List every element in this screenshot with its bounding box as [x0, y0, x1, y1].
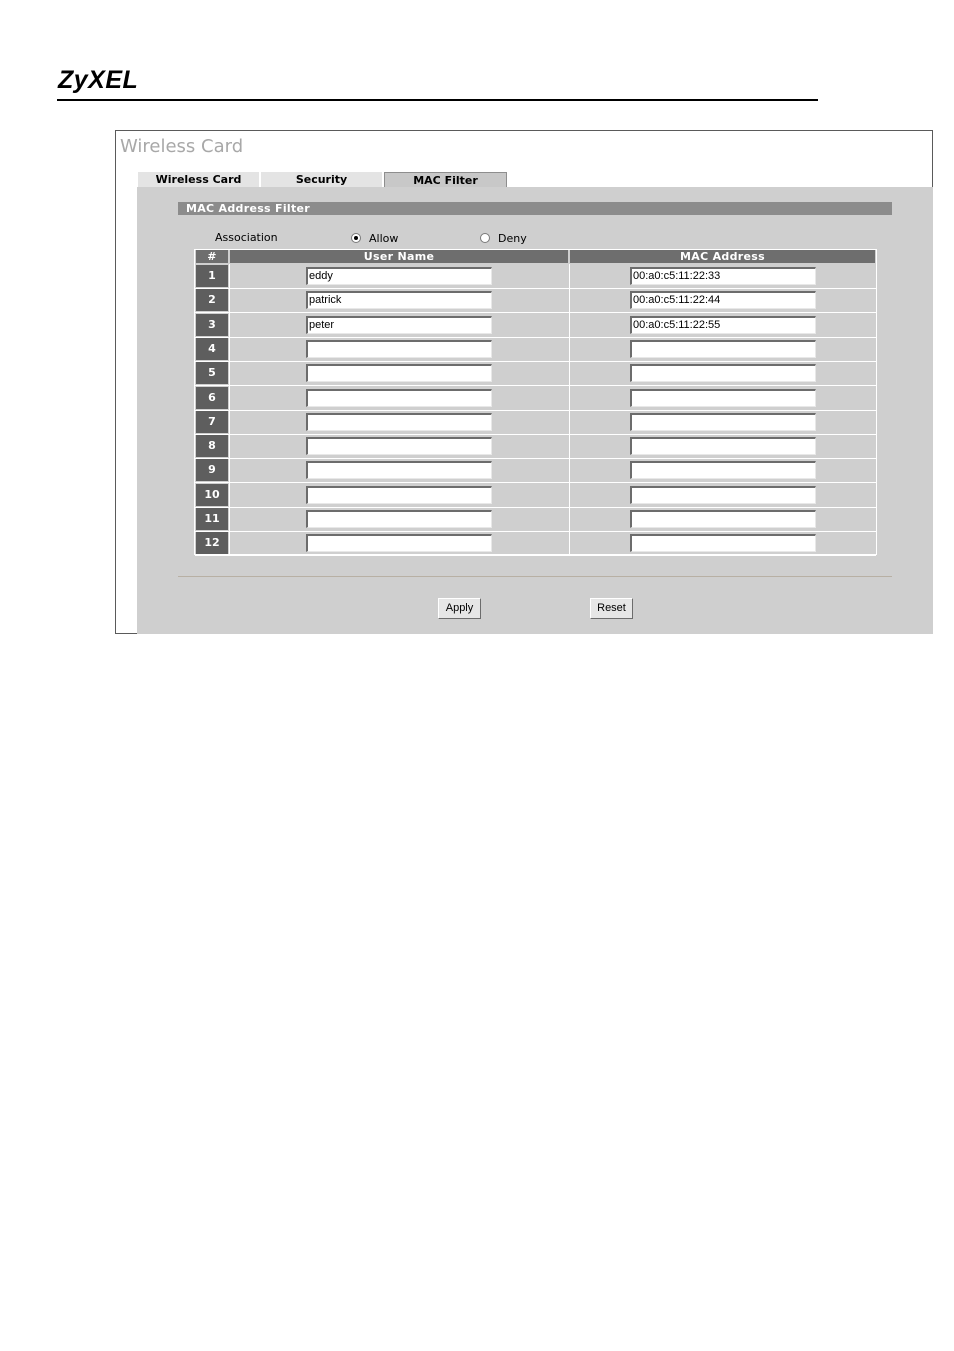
column-separator — [229, 336, 230, 361]
table-row: 1 eddy 00:a0:c5:11:22:33 — [195, 264, 876, 289]
row-number: 7 — [196, 410, 228, 433]
user-name-input[interactable] — [306, 412, 492, 431]
mac-address-input[interactable] — [630, 388, 816, 407]
column-separator — [569, 458, 570, 483]
table-row: 9 — [195, 458, 876, 484]
column-separator — [229, 361, 230, 386]
table-row: 12 — [195, 531, 876, 557]
user-name-input[interactable] — [306, 485, 492, 504]
column-separator — [569, 409, 570, 434]
header-mac-address: MAC Address — [570, 250, 875, 263]
allow-label[interactable]: Allow — [369, 232, 398, 245]
table-row: 2 patrick 00:a0:c5:11:22:44 — [195, 288, 876, 314]
header-user-name: User Name — [230, 250, 568, 263]
row-number: 6 — [196, 386, 228, 409]
association-label: Association — [215, 231, 278, 244]
table-row: 4 — [195, 336, 876, 362]
deny-radio[interactable] — [480, 233, 490, 243]
row-number: 9 — [196, 459, 228, 482]
user-name-input[interactable]: peter — [306, 315, 492, 334]
column-separator — [229, 531, 230, 556]
column-separator — [229, 434, 230, 459]
mac-address-input[interactable] — [630, 437, 816, 456]
row-number: 8 — [196, 435, 228, 458]
page-title: Wireless Card — [120, 136, 244, 157]
column-separator — [569, 361, 570, 386]
mac-address-input[interactable] — [630, 339, 816, 358]
user-name-input[interactable]: eddy — [306, 267, 492, 285]
mac-filter-panel: MAC Address Filter Association Allow Den… — [137, 187, 933, 634]
mac-address-input[interactable]: 00:a0:c5:11:22:33 — [630, 267, 816, 285]
user-name-input[interactable] — [306, 388, 492, 407]
column-separator — [229, 288, 230, 313]
mac-address-input[interactable]: 00:a0:c5:11:22:44 — [630, 291, 816, 310]
table-row: 11 — [195, 507, 876, 532]
table-row: 5 — [195, 361, 876, 387]
column-separator — [229, 264, 230, 288]
column-separator — [569, 264, 570, 288]
column-separator — [229, 458, 230, 483]
header-num: # — [196, 250, 228, 263]
table-row: 10 — [195, 482, 876, 508]
header-rule — [57, 99, 818, 101]
column-separator — [229, 409, 230, 434]
apply-button[interactable]: Apply — [438, 598, 481, 619]
tab-security[interactable]: Security — [261, 172, 382, 188]
row-number: 4 — [196, 337, 228, 360]
column-separator — [569, 336, 570, 361]
zyxel-logo: ZyXEL — [58, 66, 139, 94]
column-separator — [569, 507, 570, 531]
section-title: MAC Address Filter — [178, 202, 892, 215]
user-name-input[interactable] — [306, 461, 492, 480]
section-divider — [178, 576, 892, 577]
column-separator — [229, 312, 230, 337]
mac-address-input[interactable] — [630, 534, 816, 553]
column-separator — [229, 385, 230, 410]
tab-wireless-card[interactable]: Wireless Card — [138, 172, 259, 188]
user-name-input[interactable] — [306, 437, 492, 456]
column-separator — [229, 507, 230, 531]
column-separator — [569, 288, 570, 313]
mac-filter-table: # User Name MAC Address 1 eddy 00:a0:c5:11… — [194, 249, 877, 557]
row-number: 5 — [196, 362, 228, 385]
column-separator — [569, 312, 570, 337]
mac-address-input[interactable]: 00:a0:c5:11:22:55 — [630, 315, 816, 334]
user-name-input[interactable]: patrick — [306, 291, 492, 310]
table-row: 6 — [195, 385, 876, 411]
column-separator — [229, 482, 230, 507]
column-separator — [569, 434, 570, 459]
row-number: 1 — [196, 265, 228, 287]
table-row: 8 — [195, 434, 876, 460]
row-number: 2 — [196, 289, 228, 312]
table-row: 3 peter 00:a0:c5:11:22:55 — [195, 312, 876, 338]
allow-radio[interactable] — [351, 233, 361, 243]
user-name-input[interactable] — [306, 339, 492, 358]
tab-bar: Wireless Card Security MAC Filter — [138, 172, 509, 188]
deny-label[interactable]: Deny — [498, 232, 527, 245]
user-name-input[interactable] — [306, 364, 492, 383]
config-window: Wireless Card Wireless Card Security MAC… — [115, 130, 933, 634]
user-name-input[interactable] — [306, 510, 492, 528]
reset-button[interactable]: Reset — [590, 598, 633, 619]
column-separator — [569, 482, 570, 507]
mac-address-input[interactable] — [630, 510, 816, 528]
row-number: 10 — [196, 483, 228, 506]
table-row: 7 — [195, 409, 876, 435]
column-separator — [569, 531, 570, 556]
mac-address-input[interactable] — [630, 485, 816, 504]
column-separator — [569, 385, 570, 410]
row-number: 3 — [196, 313, 228, 336]
mac-address-input[interactable] — [630, 364, 816, 383]
row-number: 12 — [196, 532, 228, 555]
mac-address-input[interactable] — [630, 461, 816, 480]
tab-mac-filter[interactable]: MAC Filter — [384, 172, 507, 188]
mac-address-input[interactable] — [630, 412, 816, 431]
user-name-input[interactable] — [306, 534, 492, 553]
row-number: 11 — [196, 508, 228, 530]
